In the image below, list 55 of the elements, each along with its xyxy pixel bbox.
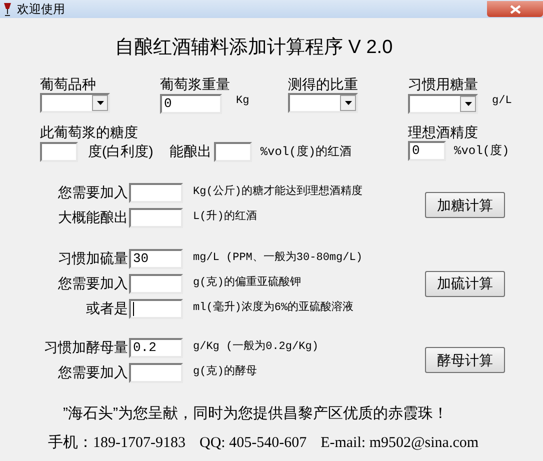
input-field[interactable]: 0 (160, 94, 222, 114)
calculate-button[interactable]: 加糖计算 (425, 192, 505, 218)
field-label: 习惯加酵母量 (43, 338, 128, 357)
field-label: 葡萄浆重量 (160, 74, 231, 92)
field-label: 或者是 (85, 299, 128, 318)
input-field[interactable] (129, 362, 183, 382)
input-field[interactable] (129, 274, 183, 294)
unit-label: %vol(度) (454, 143, 510, 160)
field-label: 习惯用糖量 (408, 74, 479, 92)
input-field[interactable]: 0.2 (129, 338, 183, 358)
wine-glass-icon (3, 2, 12, 16)
unit-label: g(克)的偏重亚硫酸钾 (193, 275, 301, 292)
input-field[interactable] (40, 142, 78, 162)
unit-label: L(升)的红酒 (193, 209, 257, 226)
field-label: 您需要加入 (57, 183, 128, 202)
close-button[interactable] (487, 1, 543, 17)
dropdown-arrow-icon (344, 100, 352, 104)
calculate-button[interactable]: 加硫计算 (425, 270, 505, 296)
window-title: 欢迎使用 (17, 1, 65, 18)
contact-text: 手机：189-1707-9183 (48, 434, 186, 452)
dropdown[interactable] (288, 92, 358, 112)
field-label: 习惯加硫量 (57, 249, 128, 268)
field-label: 您需要加入 (57, 274, 128, 293)
input-field[interactable]: 0 (408, 141, 446, 161)
field-label: 葡萄品种 (40, 74, 97, 92)
unit-label: 度(白利度) (88, 142, 154, 161)
unit-label: g/Kg (一般为0.2g/Kg) (193, 339, 318, 356)
field-label: 您需要加入 (57, 363, 128, 382)
unit-label: %vol(度)的红酒 (260, 144, 352, 160)
field-label: 测得的比重 (288, 74, 359, 92)
input-field[interactable] (129, 182, 183, 202)
contact-text: QQ: 405-540-607 (200, 434, 307, 452)
unit-label: ml(毫升)浓度为6%的亚硫酸溶液 (193, 300, 354, 316)
dropdown-arrow-icon (96, 100, 104, 104)
contact-text: E-mail: m9502@sina.com (320, 434, 479, 452)
credit-text: ”海石头”为您呈献，同时为您提供昌黎产区优质的赤霞珠！ (62, 404, 449, 424)
app-heading: 自酿红酒辅料添加计算程序 V 2.0 (114, 36, 394, 60)
unit-label: g/L (492, 94, 512, 108)
field-label: 理想酒精度 (408, 123, 479, 141)
calculate-button[interactable]: 酵母计算 (425, 347, 505, 373)
unit-label: Kg(公斤)的糖才能达到理想酒精度 (193, 184, 362, 200)
dropdown[interactable] (40, 92, 110, 112)
input-field[interactable] (129, 298, 183, 318)
input-field[interactable]: 30 (129, 248, 183, 268)
unit-label: g(克)的酵母 (193, 364, 257, 380)
unit-label: Kg (236, 94, 250, 108)
input-field[interactable] (214, 142, 252, 162)
dropdown[interactable] (408, 94, 478, 114)
field-label: 此葡萄浆的糖度 (40, 123, 139, 141)
input-field[interactable] (129, 208, 183, 228)
field-label: 大概能酿出 (57, 208, 128, 227)
field-label: 能酿出 (169, 142, 212, 161)
unit-label: mg/L (PPM、一般为30-80mg/L) (193, 250, 362, 266)
close-icon (510, 4, 520, 14)
dropdown-arrow-icon (464, 102, 472, 106)
